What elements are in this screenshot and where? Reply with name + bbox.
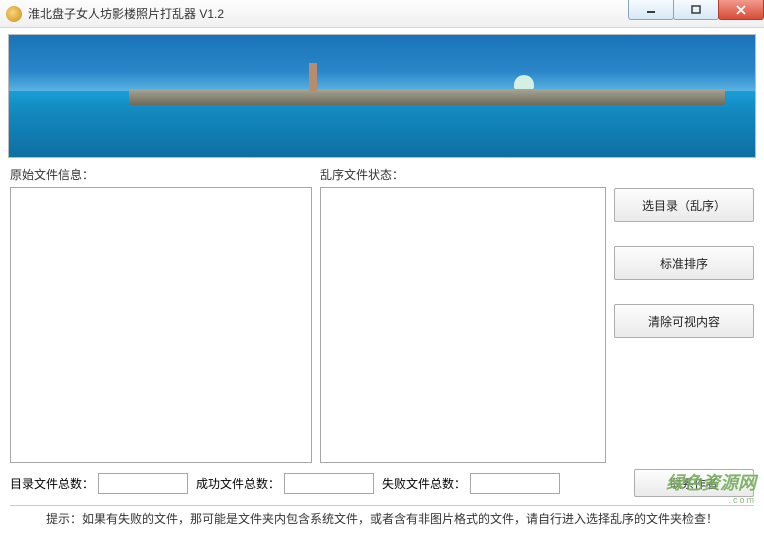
success-total-input[interactable]: [284, 473, 374, 494]
contact-author-button[interactable]: 联系作者: [634, 469, 754, 497]
select-dir-button[interactable]: 选目录（乱序）: [614, 188, 754, 222]
dir-total-label: 目录文件总数：: [10, 475, 94, 492]
fail-total-label: 失败文件总数：: [382, 475, 466, 492]
standard-sort-button[interactable]: 标准排序: [614, 246, 754, 280]
dir-total-input[interactable]: [98, 473, 188, 494]
banner-image: [8, 34, 756, 158]
clear-visible-button[interactable]: 清除可视内容: [614, 304, 754, 338]
titlebar: 淮北盘子女人坊影楼照片打乱器 V1.2: [0, 0, 764, 28]
minimize-button[interactable]: [628, 0, 674, 20]
original-info-textarea[interactable]: [10, 187, 312, 463]
window-title: 淮北盘子女人坊影楼照片打乱器 V1.2: [28, 5, 224, 22]
counts-row: 目录文件总数： 成功文件总数： 失败文件总数： 联系作者: [0, 463, 764, 501]
hint-prefix: 提示：: [46, 512, 82, 526]
maximize-button[interactable]: [673, 0, 719, 20]
success-total-label: 成功文件总数：: [196, 475, 280, 492]
window-controls: [629, 0, 764, 20]
main-content: 原始文件信息： 乱序文件状态： 选目录（乱序） 标准排序 清除可视内容: [0, 162, 764, 463]
hint-bar: 提示：如果有失败的文件，那可能是文件夹内包含系统文件，或者含有非图片格式的文件，…: [10, 505, 754, 527]
close-button[interactable]: [718, 0, 764, 20]
shuffled-status-label: 乱序文件状态：: [320, 166, 606, 184]
hint-text: 如果有失败的文件，那可能是文件夹内包含系统文件，或者含有非图片格式的文件，请自行…: [82, 512, 718, 526]
fail-total-input[interactable]: [470, 473, 560, 494]
shuffled-status-textarea[interactable]: [320, 187, 606, 463]
original-info-label: 原始文件信息：: [10, 166, 312, 184]
app-icon: [6, 6, 22, 22]
